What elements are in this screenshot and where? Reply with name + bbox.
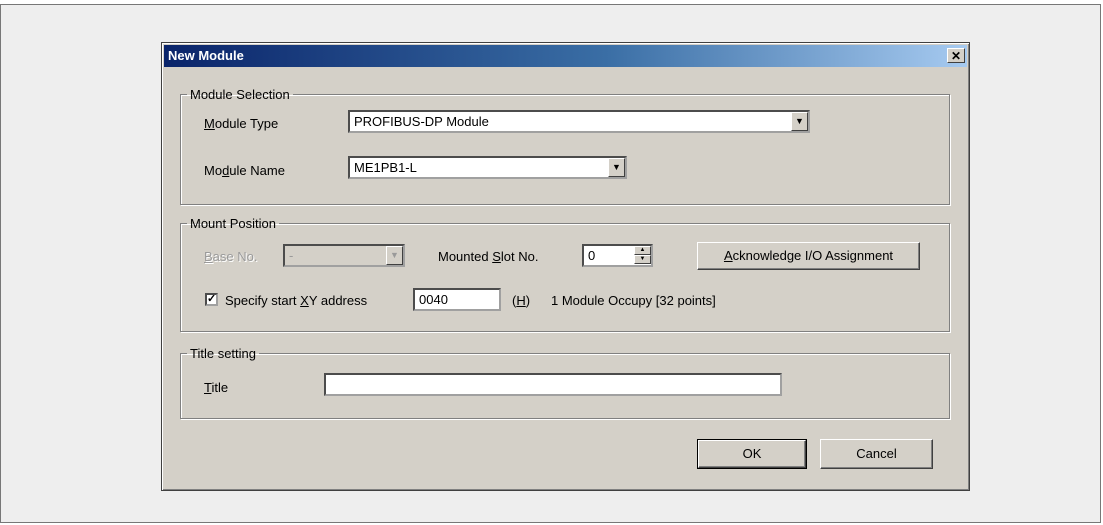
module-selection-group: Module Selection xyxy=(180,87,950,205)
close-icon[interactable]: ✕ xyxy=(947,48,965,63)
mount-position-legend: Mount Position xyxy=(190,216,276,231)
module-occupy-text: 1 Module Occupy [32 points] xyxy=(551,293,716,308)
base-no-value: - xyxy=(289,248,294,263)
base-no-dropdown[interactable]: - ▼ xyxy=(283,244,405,267)
module-name-dropdown[interactable]: ME1PB1-L ▼ xyxy=(348,156,627,179)
mounted-slot-spinner[interactable]: 0 ▲ ▼ xyxy=(582,244,653,267)
module-name-value: ME1PB1-L xyxy=(354,160,417,175)
title-label: Title xyxy=(204,380,229,395)
base-no-label: Base No. xyxy=(204,249,258,264)
check-icon: ✓ xyxy=(207,293,217,305)
specify-start-address-label: Specify start XY address xyxy=(225,293,368,308)
module-selection-legend: Module Selection xyxy=(190,87,290,102)
start-address-input[interactable]: 0040 xyxy=(413,288,501,311)
dialog-title: New Module xyxy=(168,48,244,63)
spin-up-icon[interactable]: ▲ xyxy=(634,246,651,255)
mount-position-group: Mount Position xyxy=(180,216,950,332)
mounted-slot-label: Mounted Slot No. xyxy=(438,249,539,264)
module-type-value: PROFIBUS-DP Module xyxy=(354,114,489,129)
chevron-down-icon[interactable]: ▼ xyxy=(386,246,403,265)
module-type-dropdown[interactable]: PROFIBUS-DP Module ▼ xyxy=(348,110,810,133)
title-setting-legend: Title setting xyxy=(190,346,256,361)
module-type-label: Module Type xyxy=(204,116,279,131)
module-name-label: Module Name xyxy=(204,163,285,178)
mounted-slot-value: 0 xyxy=(588,248,596,263)
spin-down-icon[interactable]: ▼ xyxy=(634,255,651,264)
ok-button[interactable]: OK xyxy=(697,439,807,469)
hex-suffix-label: (H) xyxy=(512,293,531,308)
title-input[interactable] xyxy=(324,373,782,396)
acknowledge-io-assignment-button[interactable]: Acknowledge I/O Assignment xyxy=(697,242,920,270)
cancel-button[interactable]: Cancel xyxy=(820,439,933,469)
chevron-down-icon[interactable]: ▼ xyxy=(791,112,808,131)
specify-start-address-checkbox[interactable]: ✓ xyxy=(205,293,218,306)
new-module-dialog: New Module ✕ Module Selection Module Typ… xyxy=(161,42,970,491)
chevron-down-icon[interactable]: ▼ xyxy=(608,158,625,177)
dialog-titlebar[interactable]: New Module ✕ xyxy=(164,45,967,67)
